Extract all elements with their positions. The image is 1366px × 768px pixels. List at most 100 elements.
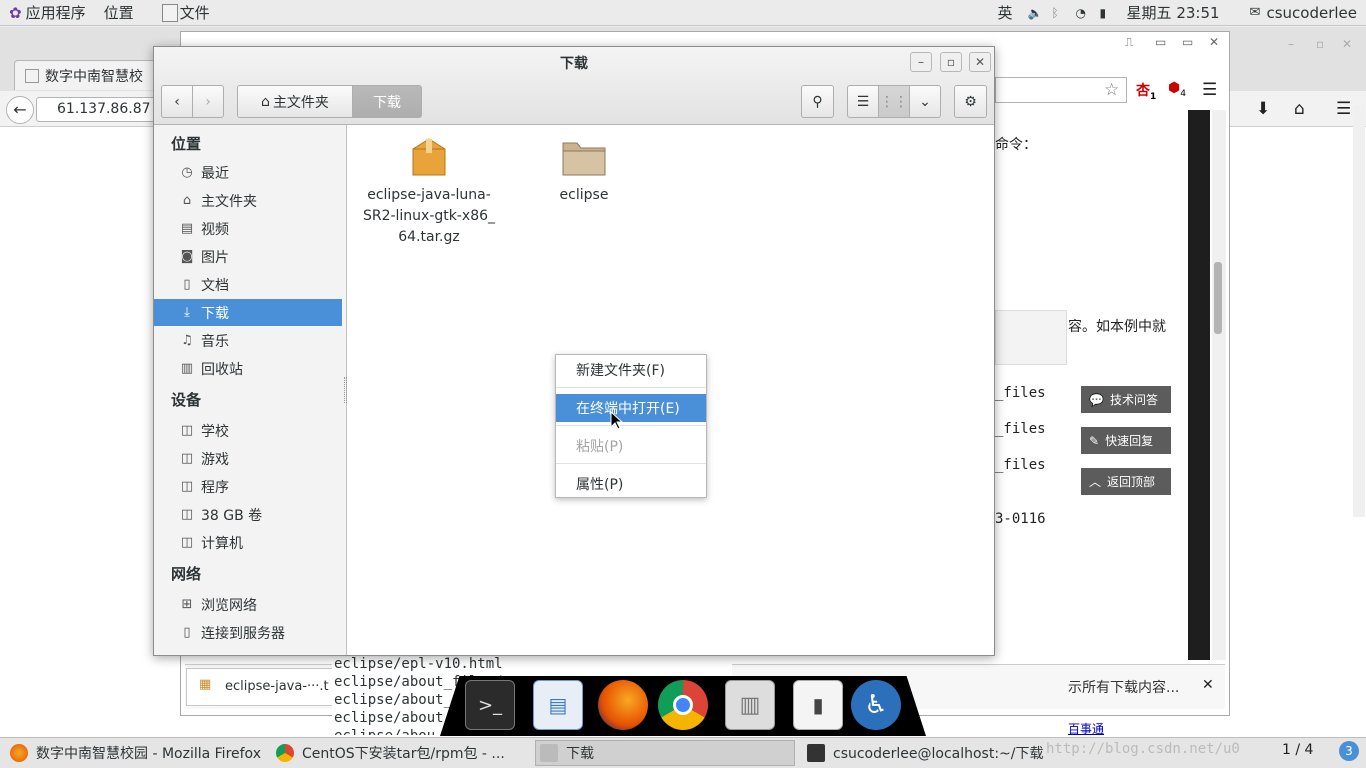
file-item-archive[interactable]: eclipse-java-luna- SR2-linux-gtk-x86_ 64… bbox=[359, 135, 499, 248]
tech-qa-button[interactable]: 💬 技术问答 bbox=[1081, 386, 1171, 413]
show-all-downloads-link[interactable]: 示所有下载内容... bbox=[1068, 677, 1179, 697]
path-home-button[interactable]: ⌂ 主文件夹 bbox=[237, 85, 353, 118]
user-menu[interactable]: ✉ csucoderlee bbox=[1241, 0, 1366, 26]
music-icon: ♫ bbox=[181, 333, 193, 348]
battery-icon[interactable]: ▮ bbox=[1100, 6, 1112, 20]
addon-a-icon[interactable]: 杏1 bbox=[1136, 80, 1156, 102]
sidebar-item-pictures[interactable]: ◙ 图片 bbox=[154, 243, 342, 270]
back-button[interactable]: ← bbox=[6, 96, 34, 124]
sidebar-item-connect-server[interactable]: ▯ 连接到服务器 bbox=[154, 619, 342, 646]
menu-separator bbox=[556, 463, 706, 464]
sidebar-item-school[interactable]: ◫ 学校 bbox=[154, 417, 342, 444]
menu-item-open-in-terminal[interactable]: 在终端中打开(E) bbox=[556, 394, 706, 422]
network-icon: ⊞ bbox=[181, 597, 193, 612]
chevron-left-icon: ‹ bbox=[174, 93, 180, 110]
dock-accessibility-icon[interactable]: ♿ bbox=[851, 680, 901, 730]
top-panel: ✿ 应用程序 位置 文件 英 🔈 ᛒ ◔ ▮ 星期五 23:51 ✉ csucode… bbox=[0, 0, 1366, 26]
sidebar-item-trash[interactable]: ▥ 回收站 bbox=[154, 355, 342, 382]
addon-b-icon[interactable]: ⬢4 bbox=[1168, 80, 1186, 99]
browser-tab[interactable]: 数字中南智慧校 bbox=[14, 60, 164, 90]
back-to-top-button[interactable]: ︿ 返回顶部 bbox=[1081, 468, 1171, 495]
taskbar-item-terminal[interactable]: csucoderlee@localhost:~/下载 bbox=[803, 740, 1043, 766]
menu-separator bbox=[556, 387, 706, 388]
sidebar-item-label: 视频 bbox=[201, 221, 229, 238]
search-button[interactable]: ⚲ bbox=[801, 85, 834, 118]
settings-button[interactable]: ⚙ bbox=[954, 85, 987, 118]
addon-a-badge: 1 bbox=[1150, 91, 1157, 102]
archive-icon bbox=[412, 138, 446, 176]
sidebar-item-music[interactable]: ♫ 音乐 bbox=[154, 327, 342, 354]
sidebar-item-38gb-volume[interactable]: ◫ 38 GB 卷 bbox=[154, 501, 342, 528]
input-method-indicator[interactable]: 英 bbox=[989, 0, 1022, 26]
dock-files-icon[interactable]: ▥ bbox=[725, 680, 775, 730]
volume-icon[interactable]: 🔈 bbox=[1028, 6, 1043, 20]
sidebar-item-downloads[interactable]: ⤓ 下载 bbox=[154, 299, 342, 326]
outer-max-icon[interactable]: ▫ bbox=[1316, 37, 1324, 51]
window-user-icon[interactable]: ⎍ bbox=[1125, 35, 1133, 50]
places-menu[interactable]: 位置 bbox=[95, 0, 143, 26]
dock-switch-icon[interactable]: ▮ bbox=[793, 680, 843, 730]
back-nav-button[interactable]: ‹ bbox=[161, 85, 193, 118]
outer-min-icon[interactable]: – bbox=[1288, 37, 1294, 51]
user-name: csucoderlee bbox=[1266, 3, 1357, 22]
page-text-content: 容。如本例中就 bbox=[1068, 319, 1166, 335]
url-bar[interactable]: 61.137.86.87 bbox=[36, 97, 156, 122]
inner-scrollbar-thumb[interactable] bbox=[1214, 262, 1222, 334]
close-download-bar-icon[interactable]: ✕ bbox=[1202, 677, 1214, 693]
taskbar-item-firefox[interactable]: 数字中南智慧校园 - Mozilla Firefox bbox=[6, 740, 264, 766]
page-scrollbar[interactable] bbox=[1353, 105, 1365, 517]
dock-document-viewer-icon[interactable]: ▤ bbox=[533, 680, 583, 730]
sidebar-item-videos[interactable]: ▤ 视频 bbox=[154, 215, 342, 242]
clock[interactable]: 星期五 23:51 bbox=[1118, 0, 1229, 26]
minimize-button[interactable]: – bbox=[910, 52, 932, 72]
maximize-button[interactable]: ▫ bbox=[940, 52, 962, 72]
file-item-folder[interactable]: eclipse bbox=[529, 135, 639, 206]
sidebar-item-computer[interactable]: ◫ 计算机 bbox=[154, 529, 342, 556]
sidebar-resize-handle[interactable] bbox=[344, 377, 347, 403]
sidebar-item-games[interactable]: ◫ 游戏 bbox=[154, 445, 342, 472]
close-button[interactable]: ✕ bbox=[969, 52, 991, 72]
sidebar-item-recent[interactable]: ◷ 最近 bbox=[154, 159, 342, 186]
window-max-icon[interactable]: ▭ bbox=[1182, 35, 1193, 49]
outer-close-icon[interactable]: ✕ bbox=[1342, 37, 1352, 51]
inner-scrollbar[interactable] bbox=[1212, 110, 1226, 660]
dock-chrome-icon[interactable] bbox=[658, 680, 708, 730]
bookmark-star-icon[interactable]: ☆ bbox=[1104, 80, 1119, 100]
wifi-icon[interactable]: ◔ bbox=[1076, 6, 1088, 20]
workspace-indicator[interactable]: 3 bbox=[1339, 741, 1359, 761]
taskbar-item-files[interactable]: 下载 bbox=[535, 740, 795, 766]
sidebar-item-home[interactable]: ⌂ 主文件夹 bbox=[154, 187, 342, 214]
forward-nav-button[interactable]: › bbox=[192, 85, 224, 118]
quick-reply-button[interactable]: ✎ 快速回复 bbox=[1081, 427, 1171, 454]
files-app-menu[interactable]: 文件 bbox=[153, 0, 219, 26]
menu-hamburger-icon[interactable]: ☰ bbox=[1202, 80, 1217, 100]
download-arrow-icon[interactable]: ⬇ bbox=[1256, 99, 1270, 119]
main-menu-icon[interactable]: ☰ bbox=[1336, 99, 1351, 119]
file-name-line: 64.tar.gz bbox=[398, 229, 460, 245]
code-number: 3-0116 bbox=[995, 511, 1046, 527]
taskbar-item-chrome[interactable]: CentOS下安装tar包/rpm包 - ... bbox=[272, 740, 527, 766]
path-current-button[interactable]: 下载 bbox=[352, 85, 422, 118]
home-icon[interactable]: ⌂ bbox=[1294, 99, 1305, 119]
sidebar-item-documents[interactable]: ▯ 文档 bbox=[154, 271, 342, 298]
back-to-top-label: 返回顶部 bbox=[1107, 475, 1156, 489]
quick-reply-label: 快速回复 bbox=[1105, 434, 1154, 448]
list-view-button[interactable]: ☰ bbox=[847, 85, 879, 118]
dock-firefox-icon[interactable] bbox=[598, 680, 648, 730]
window-min-icon[interactable]: ▭ bbox=[1155, 35, 1166, 49]
sidebar-item-browse-network[interactable]: ⊞ 浏览网络 bbox=[154, 591, 342, 618]
download-item[interactable]: ▦ eclipse-java-···.t bbox=[186, 668, 336, 706]
bluetooth-icon[interactable]: ᛒ bbox=[1052, 6, 1064, 20]
sidebar-item-programs[interactable]: ◫ 程序 bbox=[154, 473, 342, 500]
dock-terminal-icon[interactable]: >_ bbox=[465, 680, 515, 730]
menu-item-paste: 粘贴(P) bbox=[556, 432, 706, 460]
view-options-button[interactable]: ⌄ bbox=[909, 85, 941, 118]
menu-item-properties[interactable]: 属性(P) bbox=[556, 470, 706, 498]
menu-item-new-folder[interactable]: 新建文件夹(F) bbox=[556, 356, 706, 384]
overlay-panel bbox=[995, 310, 1067, 365]
apps-menu[interactable]: ✿ 应用程序 bbox=[0, 0, 95, 26]
baidu-link[interactable]: 百事通 bbox=[1068, 720, 1104, 737]
window-close-icon[interactable]: ✕ bbox=[1209, 35, 1219, 49]
search-icon: ⚲ bbox=[812, 93, 823, 110]
grid-view-button[interactable]: ⋮⋮ bbox=[878, 85, 910, 118]
